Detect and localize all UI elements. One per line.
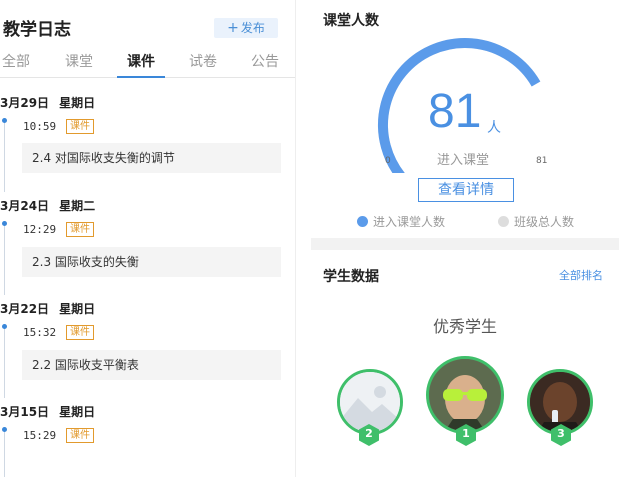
entry-tag: 课件 xyxy=(66,119,94,134)
placeholder-image-icon xyxy=(340,372,400,432)
tab-announcement[interactable]: 公告 xyxy=(241,52,289,78)
legend-entered: 进入课堂人数 xyxy=(357,213,445,230)
day-header: 3月22日 星期日 xyxy=(0,300,95,317)
day-weekday: 星期日 xyxy=(59,405,96,419)
legend-total: 班级总人数 xyxy=(498,213,574,230)
day-date: 3月22日 xyxy=(0,302,50,316)
timeline-dot xyxy=(2,118,7,123)
entry-tag: 课件 xyxy=(66,428,94,443)
timeline-line xyxy=(4,326,5,398)
attendance-card: 课堂人数 81 人 进入课堂 0 81 查看详情 进入课堂人数 班级总人数 xyxy=(311,0,619,240)
rank-badge: 3 xyxy=(551,424,571,446)
day-date: 3月24日 xyxy=(0,199,50,213)
view-details-button[interactable]: 查看详情 xyxy=(418,178,514,202)
tab-all[interactable]: 全部 xyxy=(0,52,40,78)
class-stats-panel: 课堂人数 81 人 进入课堂 0 81 查看详情 进入课堂人数 班级总人数 学生… xyxy=(311,0,619,477)
publish-button[interactable]: + 发布 xyxy=(214,18,278,38)
rank-badge: 1 xyxy=(456,424,476,446)
entry-time: 10:59 xyxy=(23,120,57,133)
journal-tabs: 全部 课堂 课件 试卷 公告 xyxy=(0,52,295,78)
rank-number: 3 xyxy=(557,427,565,440)
timeline-line xyxy=(4,429,5,477)
student-photo xyxy=(530,372,590,432)
day-header: 3月15日 星期日 xyxy=(0,403,95,420)
day-header: 3月24日 星期二 xyxy=(0,197,95,214)
rank-badge: 2 xyxy=(359,424,379,446)
plus-icon: + xyxy=(227,20,239,36)
entry-tag: 课件 xyxy=(66,222,94,237)
section-divider xyxy=(311,238,619,250)
entry-card[interactable]: 2.4 对国际收支失衡的调节 xyxy=(22,143,281,173)
legend-dot-icon xyxy=(357,216,368,227)
excellent-students-label: 优秀学生 xyxy=(432,317,497,336)
journal-title: 教学日志 xyxy=(3,20,71,40)
student-data-title: 学生数据 xyxy=(323,269,379,285)
publish-label: 发布 xyxy=(240,21,265,35)
legend-dot-icon xyxy=(498,216,509,227)
legend-label: 进入课堂人数 xyxy=(373,215,446,229)
rank-number: 2 xyxy=(365,427,373,440)
timeline-line xyxy=(4,223,5,295)
timeline-dot xyxy=(2,324,7,329)
timeline-line xyxy=(4,120,5,192)
day-weekday: 星期日 xyxy=(59,96,96,110)
attendance-label: 进入课堂 xyxy=(437,153,490,168)
attendance-unit: 人 xyxy=(487,120,501,136)
day-weekday: 星期日 xyxy=(59,302,96,316)
entry-time: 15:29 xyxy=(23,429,57,442)
legend-label: 班级总人数 xyxy=(514,215,575,229)
entry-card[interactable]: 2.2 国际收支平衡表 xyxy=(22,350,281,380)
avatar-rank-1[interactable] xyxy=(426,356,504,434)
attendance-title: 课堂人数 xyxy=(323,13,379,29)
day-date: 3月29日 xyxy=(0,96,50,110)
gauge-max-label: 81 xyxy=(536,156,548,166)
rank-number: 1 xyxy=(462,427,470,440)
day-header: 3月29日 星期日 xyxy=(0,94,95,111)
tab-exam[interactable]: 试卷 xyxy=(179,52,227,78)
day-date: 3月15日 xyxy=(0,405,50,419)
entry-time: 15:32 xyxy=(23,326,57,339)
gauge-min-label: 0 xyxy=(385,156,391,166)
tab-classroom[interactable]: 课堂 xyxy=(55,52,103,78)
timeline-dot xyxy=(2,221,7,226)
tab-courseware[interactable]: 课件 xyxy=(117,52,165,78)
all-rank-link[interactable]: 全部排名 xyxy=(559,267,603,283)
day-weekday: 星期二 xyxy=(59,199,96,213)
attendance-count: 81 xyxy=(428,85,482,138)
entry-time: 12:29 xyxy=(23,223,57,236)
entry-card[interactable]: 2.3 国际收支的失衡 xyxy=(22,247,281,277)
teaching-journal-panel: 教学日志 + 发布 全部 课堂 课件 试卷 公告 3月29日 星期日 10:59 课… xyxy=(0,0,296,477)
timeline-dot xyxy=(2,427,7,432)
entry-tag: 课件 xyxy=(66,325,94,340)
student-photo xyxy=(429,359,501,431)
